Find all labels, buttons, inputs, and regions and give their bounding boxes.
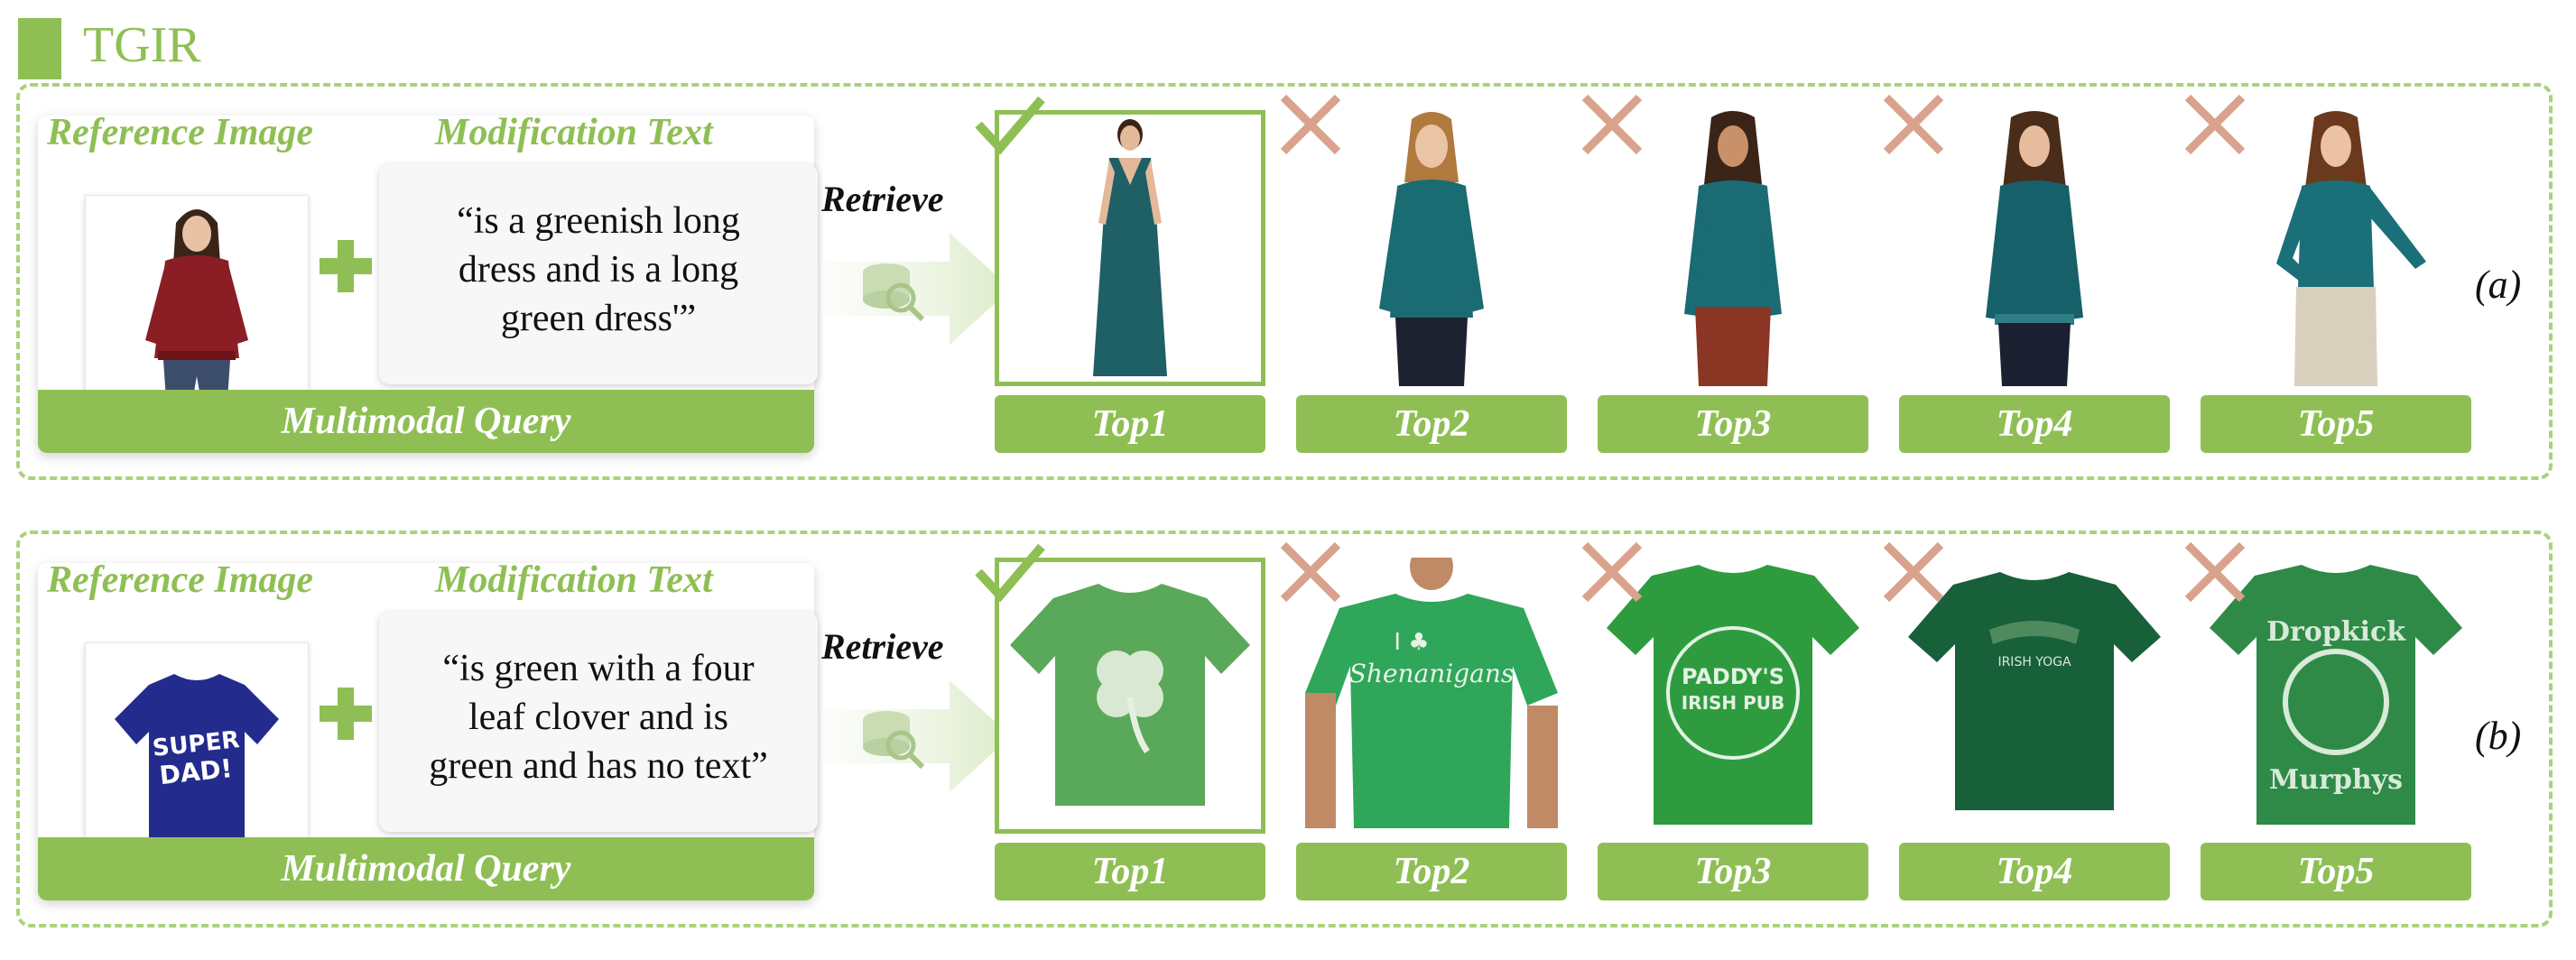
result-card[interactable]: Top1	[975, 96, 1265, 453]
panel-a: Reference Image Modification Text “is a …	[16, 83, 2553, 480]
panel-b-label: (b)	[2475, 714, 2522, 758]
check-icon	[975, 543, 1045, 603]
multimodal-query-footer: Multimodal Query	[38, 390, 814, 453]
modification-text-box: “is green with a four leaf clover and is…	[379, 612, 818, 832]
cross-icon	[1581, 541, 1643, 603]
result-rank-label: Top3	[1598, 843, 1868, 900]
figure-title: TGIR	[83, 17, 201, 73]
modification-text: “is green with a four leaf clover and is…	[429, 648, 768, 787]
result-card[interactable]: Top5	[2184, 94, 2471, 453]
modification-text-label: Modification Text	[435, 112, 713, 153]
result-rank-label: Top4	[1899, 843, 2170, 900]
reference-image-label: Reference Image	[47, 112, 314, 153]
reference-image-label: Reference Image	[47, 559, 314, 601]
result-rank-label: Top1	[995, 843, 1265, 900]
result-rank-label: Top2	[1296, 395, 1567, 453]
svg-text:I ♣: I ♣	[1394, 629, 1429, 656]
result-rank-label: Top5	[2201, 843, 2471, 900]
svg-text:Dropkick: Dropkick	[2266, 616, 2406, 648]
panel-a-label: (a)	[2475, 263, 2522, 307]
result-card[interactable]: Shenanigans I ♣ Top2	[1280, 541, 1567, 900]
retrieve-label: Retrieve	[821, 179, 944, 219]
result-card[interactable]: Dropkick Murphys Top5	[2184, 541, 2471, 900]
result-rank-label: Top1	[995, 395, 1265, 453]
cross-icon	[1581, 94, 1643, 155]
svg-text:PADDY'S: PADDY'S	[1682, 664, 1784, 689]
cross-icon	[2184, 94, 2246, 155]
check-icon	[975, 96, 1045, 155]
multimodal-query-footer: Multimodal Query	[38, 837, 814, 900]
reference-image	[85, 195, 309, 415]
modification-text-box: “is a greenish long dress and is a long …	[379, 164, 818, 384]
result-card[interactable]: Top3	[1581, 94, 1868, 453]
result-rank-label: Top3	[1598, 395, 1868, 453]
reference-image: SUPER DAD!	[85, 642, 309, 863]
cross-icon	[2184, 541, 2246, 603]
result-card[interactable]: PADDY'S IRISH PUB Top3	[1581, 541, 1868, 900]
plus-icon	[320, 688, 372, 740]
svg-text:IRISH PUB: IRISH PUB	[1682, 692, 1785, 714]
cross-icon	[1280, 94, 1341, 155]
panel-b: Reference Image Modification Text SUPER …	[16, 531, 2553, 928]
retrieve-arrow-icon	[823, 233, 1011, 345]
cross-icon	[1280, 541, 1341, 603]
result-card[interactable]: Top2	[1280, 94, 1567, 453]
result-rank-label: Top2	[1296, 843, 1567, 900]
header-accent-bar	[18, 18, 61, 79]
modification-text: “is a greenish long dress and is a long …	[457, 200, 740, 339]
cross-icon	[1883, 541, 1944, 603]
multimodal-query-box: Reference Image Modification Text SUPER …	[38, 559, 818, 900]
retrieve-label: Retrieve	[821, 626, 944, 667]
multimodal-query-box: Reference Image Modification Text “is a …	[38, 112, 818, 453]
svg-text:Murphys: Murphys	[2269, 764, 2403, 796]
result-rank-label: Top5	[2201, 395, 2471, 453]
result-card[interactable]: Top4	[1883, 94, 2170, 453]
retrieve-arrow-icon	[823, 680, 1011, 792]
result-rank-label: Top4	[1899, 395, 2170, 453]
cross-icon	[1883, 94, 1944, 155]
svg-text:IRISH YOGA: IRISH YOGA	[1997, 655, 2071, 669]
plus-icon	[320, 240, 372, 292]
result-card[interactable]: Top1	[975, 543, 1265, 900]
modification-text-label: Modification Text	[435, 559, 713, 601]
result-card[interactable]: IRISH YOGA Top4	[1883, 541, 2170, 900]
svg-text:Shenanigans: Shenanigans	[1349, 659, 1515, 688]
